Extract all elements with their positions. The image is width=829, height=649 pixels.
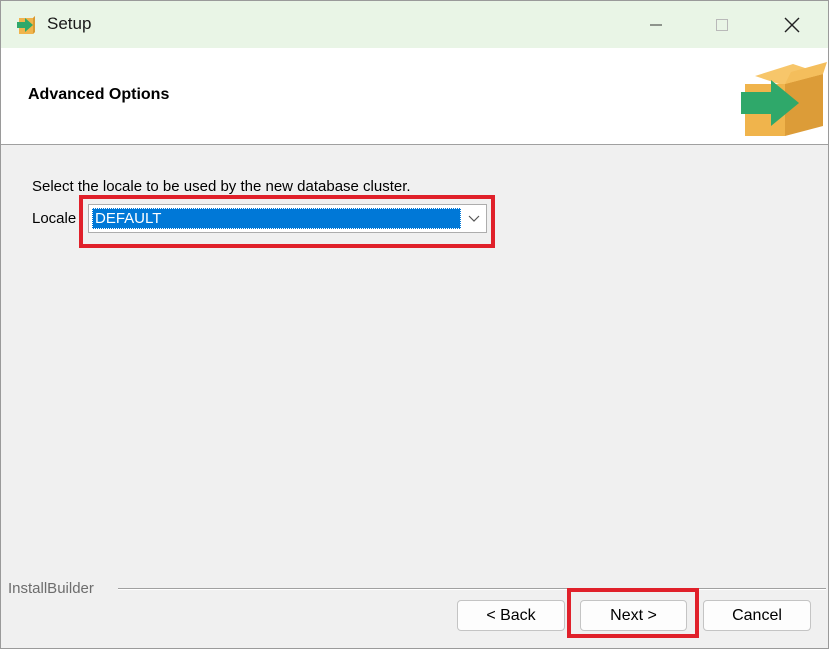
minimize-icon	[650, 24, 662, 25]
locale-label: Locale	[32, 210, 77, 227]
wizard-header: Advanced Options	[1, 48, 828, 145]
instruction-text: Select the locale to be used by the new …	[32, 178, 411, 195]
locale-selected-value: DEFAULT	[92, 208, 461, 229]
window-title: Setup	[47, 14, 92, 33]
maximize-icon	[716, 18, 728, 31]
title-bar[interactable]: Setup	[1, 1, 828, 48]
locale-dropdown[interactable]: DEFAULT	[88, 204, 487, 233]
installer-logo-icon	[741, 62, 827, 136]
setup-window: Setup Advanced Options Select the locale…	[0, 0, 829, 649]
maximize-button[interactable]	[699, 1, 745, 48]
installbuilder-brand: InstallBuilder	[8, 580, 94, 597]
installer-box-arrow-icon	[17, 16, 35, 34]
page-title: Advanced Options	[28, 86, 170, 103]
back-button[interactable]: < Back	[457, 600, 565, 631]
chevron-down-icon	[468, 215, 480, 222]
next-button[interactable]: Next >	[580, 600, 687, 631]
minimize-button[interactable]	[633, 1, 679, 48]
footer-divider	[118, 588, 826, 590]
cancel-button[interactable]: Cancel	[703, 600, 811, 631]
dropdown-arrow[interactable]	[462, 205, 486, 232]
close-icon	[784, 17, 800, 32]
close-button[interactable]	[769, 1, 815, 48]
